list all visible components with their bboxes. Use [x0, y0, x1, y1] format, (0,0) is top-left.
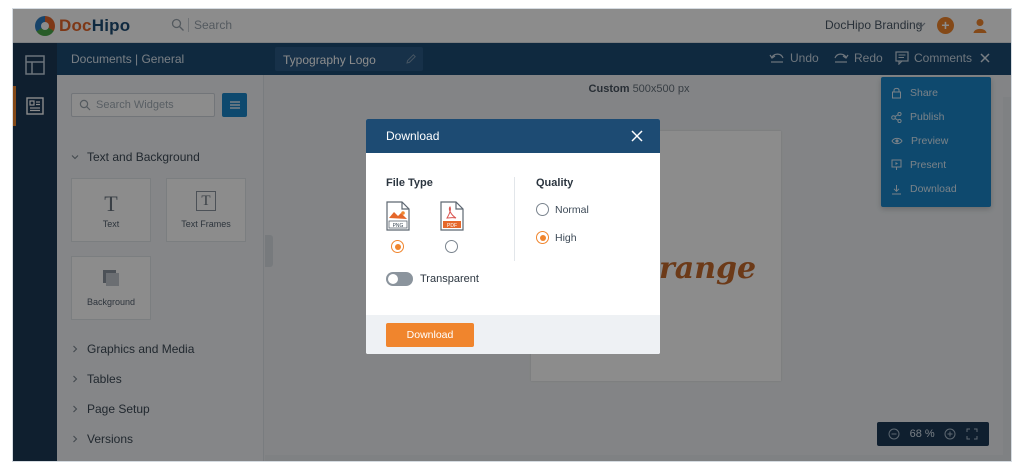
close-icon[interactable]: [630, 129, 644, 143]
dialog-footer: Download: [366, 315, 660, 354]
app-window: DocHipo Search DocHipo Branding + Docume…: [12, 8, 1012, 462]
transparent-toggle[interactable]: [386, 272, 413, 286]
quality-heading: Quality: [536, 177, 574, 189]
dialog-title: Download: [386, 129, 440, 143]
quality-high-radio[interactable]: [536, 231, 549, 244]
png-badge-text: PNG: [393, 223, 404, 229]
pdf-radio[interactable]: [445, 240, 458, 253]
download-dialog: Download File Type PNG PDF Quality Norma…: [366, 119, 660, 354]
transparent-label: Transparent: [420, 273, 479, 285]
quality-high-label: High: [555, 232, 577, 244]
file-type-heading: File Type: [386, 177, 433, 189]
pdf-file-icon[interactable]: PDF: [440, 201, 464, 231]
quality-normal-label: Normal: [555, 204, 589, 216]
dialog-header: Download: [366, 119, 660, 153]
png-radio[interactable]: [391, 240, 404, 253]
pdf-badge-text: PDF: [447, 223, 457, 229]
dialog-divider: [514, 177, 515, 261]
quality-normal-radio[interactable]: [536, 203, 549, 216]
png-file-icon[interactable]: PNG: [386, 201, 410, 231]
download-button[interactable]: Download: [386, 323, 474, 347]
